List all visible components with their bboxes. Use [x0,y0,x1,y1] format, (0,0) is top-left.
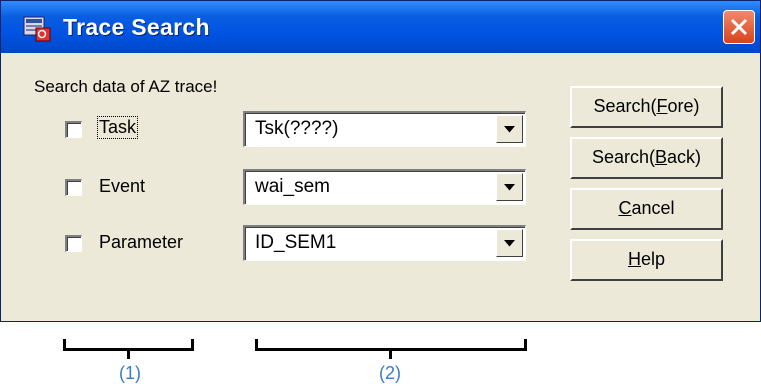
dialog-content: Search data of AZ trace! Task Tsk(????) … [1,53,760,321]
window-title: Trace Search [63,14,210,40]
close-icon [730,18,748,36]
task-checkbox[interactable] [65,121,82,138]
cancel-button[interactable]: Cancel [570,188,723,230]
task-row: Task Tsk(????) [1,111,541,151]
cancel-hotkey: C [618,198,632,218]
task-dropdown-button[interactable] [496,115,523,143]
dropdown-arrow-icon [504,126,515,133]
parameter-combobox[interactable]: ID_SEM1 [243,225,526,261]
parameter-combo-value: ID_SEM1 [255,232,337,253]
search-fore-label-post: ore) [667,96,700,116]
instruction-text: Search data of AZ trace! [34,77,218,96]
parameter-label[interactable]: Parameter [99,232,183,253]
trace-search-dialog: Trace Search Search data of AZ trace! Ta… [0,0,761,322]
callout-2: (2) [379,363,401,383]
trace-app-icon [23,16,51,42]
checkbox-column-bracket-tick [127,349,130,359]
parameter-row: Parameter ID_SEM1 [1,225,541,265]
event-dropdown-button[interactable] [496,173,523,201]
event-combobox[interactable]: wai_sem [243,169,526,205]
event-label[interactable]: Event [99,176,145,197]
search-fore-label-pre: Search( [593,96,657,116]
search-back-hotkey: B [655,147,668,167]
task-combo-value: Tsk(????) [255,118,339,139]
parameter-checkbox[interactable] [65,235,82,252]
dropdown-arrow-icon [504,240,515,247]
event-checkbox[interactable] [65,179,82,196]
search-fore-hotkey: F [656,96,668,116]
event-row: Event wai_sem [1,169,541,209]
help-label-post: elp [640,249,666,269]
task-combobox[interactable]: Tsk(????) [243,111,526,147]
callout-1: (1) [119,363,141,383]
title-bar[interactable]: Trace Search [1,1,760,53]
search-fore-button[interactable]: Search(Fore) [570,86,723,128]
close-button[interactable] [723,10,755,44]
help-hotkey: H [627,249,641,269]
task-label[interactable]: Task [97,116,139,139]
event-combo-value: wai_sem [255,176,330,197]
cancel-label-post: ancel [631,198,675,218]
search-back-label-post: ack) [667,147,702,167]
parameter-dropdown-button[interactable] [496,229,523,257]
search-back-button[interactable]: Search(Back) [570,137,723,179]
help-button[interactable]: Help [570,239,723,281]
combo-column-bracket-tick [389,349,392,359]
dropdown-arrow-icon [504,184,515,191]
search-back-label-pre: Search( [591,147,655,167]
